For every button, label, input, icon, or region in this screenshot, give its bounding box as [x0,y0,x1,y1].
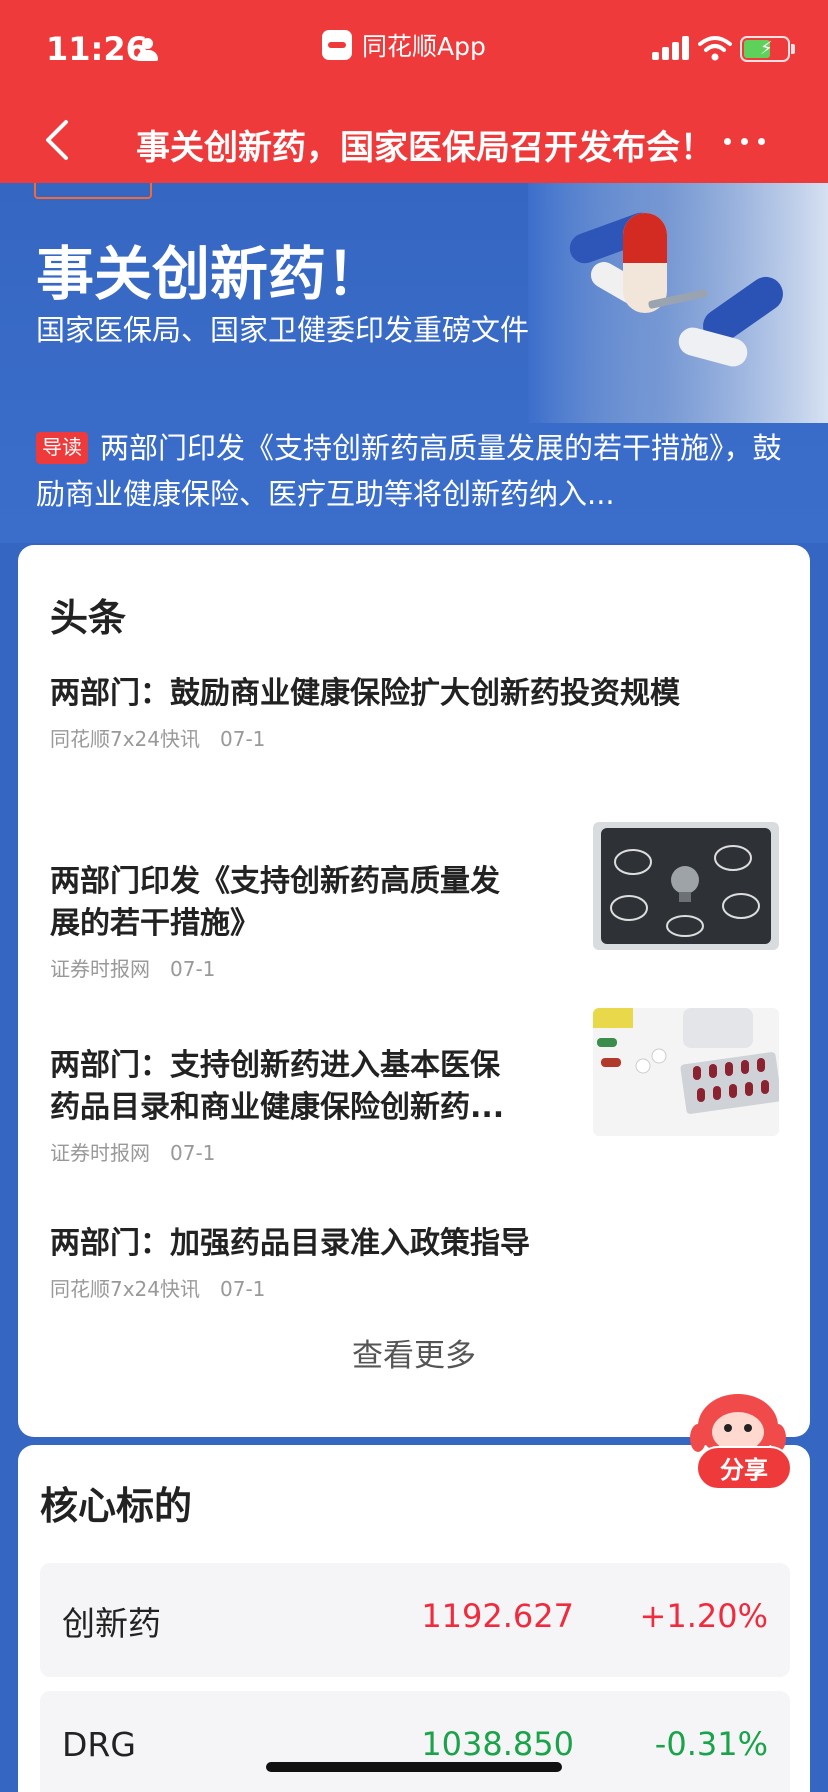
news-source: 同花顺7x24快讯 [50,727,201,751]
intro-text: 两部门印发《支持创新药高质量发展的若干措施》，鼓励商业健康保险、医疗互助等将创新… [36,431,782,511]
news-source: 证券时报网 [50,957,150,981]
app-logo-icon [322,30,352,60]
news-item[interactable]: 两部门：支持创新药进入基本医保药品目录和商业健康保险创新药... 证券时报网 07… [50,1045,510,1166]
headlines-title: 头条 [50,596,127,640]
headlines-card: 头条 两部门：鼓励商业健康保险扩大创新药投资规模 同花顺7x24快讯 07-1 两… [18,545,810,1437]
news-meta: 同花顺7x24快讯 07-1 [50,723,780,752]
pills-illustration [528,183,828,423]
view-more-button[interactable]: 查看更多 [18,1330,810,1375]
back-icon[interactable] [40,118,80,162]
signal-icon [652,36,692,60]
news-date: 07-1 [170,1141,216,1165]
target-change: +1.20% [639,1597,768,1635]
target-name: DRG [62,1725,136,1764]
app-name: 同花顺App [362,32,486,61]
news-thumbnail-chalkboard[interactable] [593,822,779,950]
hero-title: 事关创新药！ [36,240,385,308]
news-item[interactable]: 两部门印发《支持创新药高质量发展的若干措施》 证券时报网 07-1 [50,861,510,982]
nav-title: 事关创新药，国家医保局召开发布会！ [136,128,714,168]
intro-summary[interactable]: 导读 两部门印发《支持创新药高质量发展的若干措施》，鼓励商业健康保险、医疗互助等将… [36,425,796,517]
target-row[interactable]: DRG 1038.850 -0.31% [40,1691,790,1792]
news-date: 07-1 [220,727,266,751]
news-thumbnail-pills[interactable] [593,1008,779,1136]
core-title: 核心标的 [40,1484,193,1528]
news-date: 07-1 [220,1277,266,1301]
intro-badge: 导读 [36,432,88,464]
top-bar: 11:26 同花顺App ⚡ 事关创新药，国家医保局召开发布会！ [0,0,828,183]
hero-tag-frame [34,183,152,199]
share-widget[interactable]: 分享 [676,1380,800,1498]
nav-bar: 事关创新药，国家医保局召开发布会！ [0,100,828,183]
news-meta: 证券时报网 07-1 [50,1137,510,1166]
person-icon [136,38,158,62]
news-meta: 证券时报网 07-1 [50,953,510,982]
target-value: 1192.627 [421,1597,574,1635]
status-bar: 11:26 同花顺App ⚡ [0,0,828,100]
news-source: 证券时报网 [50,1141,150,1165]
news-title: 两部门：加强药品目录准入政策指导 [50,1226,530,1261]
app-indicator[interactable]: 同花顺App [322,28,486,62]
hero-subtitle: 国家医保局、国家卫健委印发重磅文件 [36,313,530,347]
news-meta: 同花顺7x24快讯 07-1 [50,1273,780,1302]
share-button[interactable]: 分享 [696,1446,792,1490]
news-title: 两部门：支持创新药进入基本医保药品目录和商业健康保险创新药... [50,1048,505,1125]
wifi-icon [698,36,732,61]
more-icon[interactable] [724,138,766,146]
target-change: -0.31% [654,1725,768,1763]
target-name: 创新药 [62,1604,161,1643]
news-source: 同花顺7x24快讯 [50,1277,201,1301]
news-date: 07-1 [170,957,216,981]
target-row[interactable]: 创新药 1192.627 +1.20% [40,1563,790,1677]
home-indicator[interactable] [266,1762,562,1772]
news-title: 两部门：鼓励商业健康保险扩大创新药投资规模 [50,676,680,711]
hero-banner: 事关创新药！ 国家医保局、国家卫健委印发重磅文件 导读 两部门印发《支持创新药高质… [0,183,828,543]
news-item[interactable]: 两部门：加强药品目录准入政策指导 同花顺7x24快讯 07-1 [50,1223,780,1302]
target-value: 1038.850 [421,1725,574,1763]
news-title: 两部门印发《支持创新药高质量发展的若干措施》 [50,864,500,941]
battery-icon: ⚡ [740,36,796,62]
status-time: 11:26 [46,30,148,68]
news-item[interactable]: 两部门：鼓励商业健康保险扩大创新药投资规模 同花顺7x24快讯 07-1 [50,673,780,752]
